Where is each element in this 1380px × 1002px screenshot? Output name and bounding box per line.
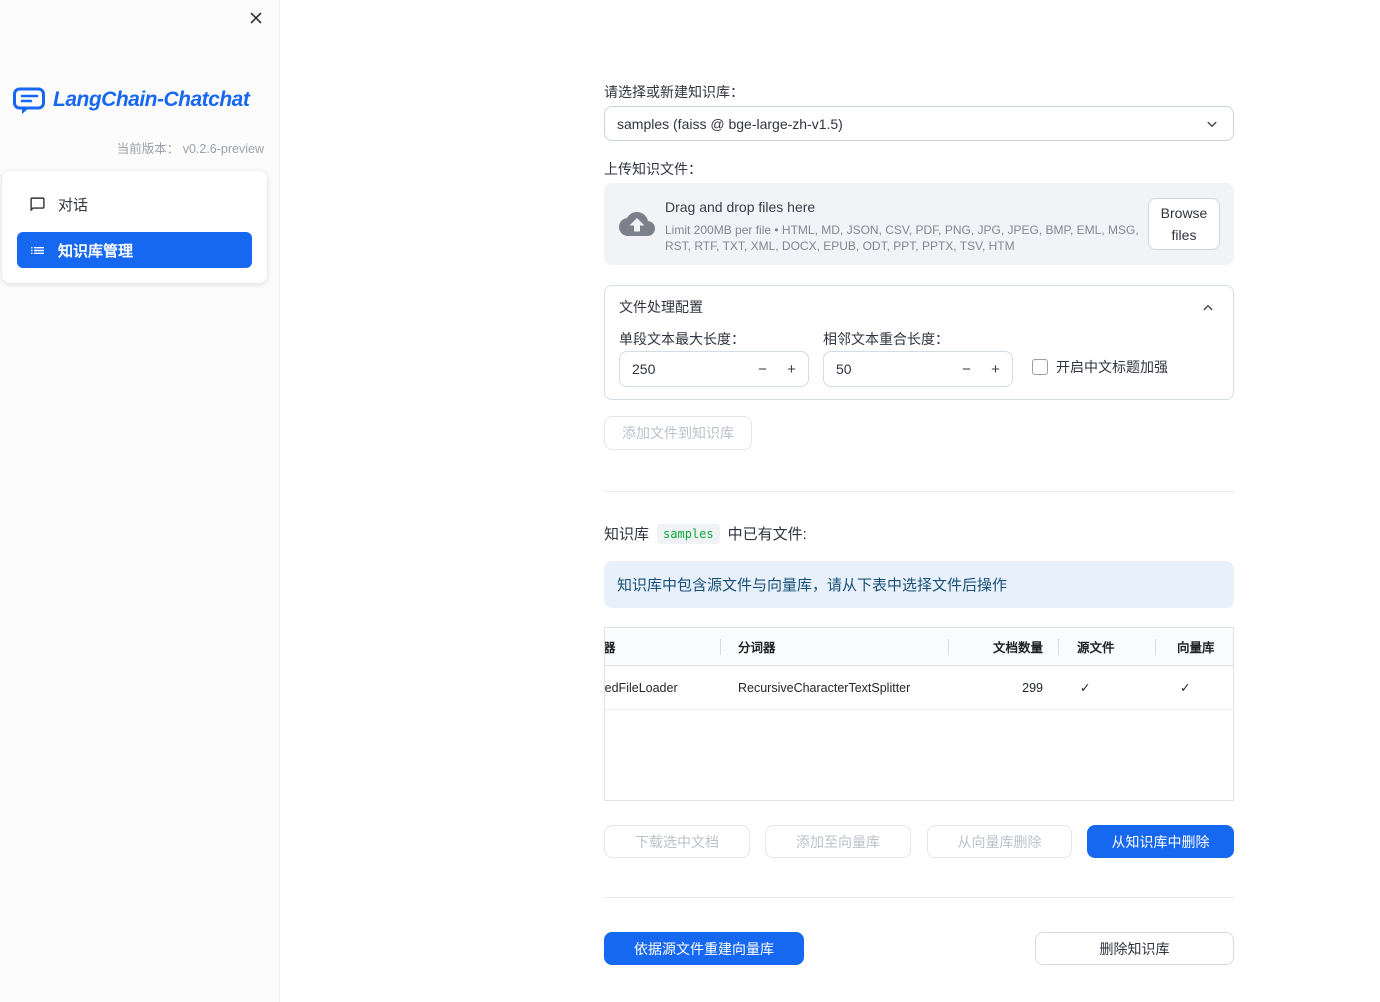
version-label: 当前版本： v0.2.6-preview: [116, 142, 264, 156]
increment-button[interactable]: +: [777, 352, 806, 386]
checkbox-box[interactable]: [1032, 359, 1048, 375]
upload-label: 上传知识文件：: [604, 161, 702, 177]
app-root: LangChain-Chatchat 当前版本： v0.2.6-preview …: [0, 0, 1380, 1002]
table-header-row: 文档加载器 分词器 文档数量 源文件 向量库: [605, 628, 1233, 666]
chat-bubble-logo-icon: [12, 85, 46, 115]
sidebar: LangChain-Chatchat 当前版本： v0.2.6-preview …: [0, 0, 280, 1002]
chunk-overlap-label: 相邻文本重合长度：: [823, 331, 949, 347]
chunk-size-value[interactable]: 250: [632, 361, 655, 377]
cell-loader: UnstructuredFileLoader: [605, 680, 678, 695]
column-header-source-file[interactable]: 源文件: [1058, 628, 1155, 665]
file-config-expander: 文件处理配置 单段文本最大长度： 相邻文本重合长度： 250 − + 50 − …: [604, 285, 1234, 400]
cell-source-file-check: ✓: [1080, 681, 1091, 695]
add-to-vector-store-button[interactable]: 添加至向量库: [765, 825, 911, 858]
chevron-up-icon[interactable]: [1199, 299, 1217, 322]
delete-from-vector-store-button[interactable]: 从向量库删除: [927, 825, 1072, 858]
checkbox-label: 开启中文标题加强: [1056, 359, 1168, 375]
divider: [604, 491, 1234, 492]
cell-splitter: RecursiveCharacterTextSplitter: [738, 680, 911, 695]
cloud-upload-icon: [619, 209, 655, 244]
cell-doc-count: 299: [1022, 680, 1043, 695]
kb-select-label: 请选择或新建知识库：: [604, 84, 744, 100]
sidebar-item-label: 对话: [58, 196, 89, 214]
expander-title[interactable]: 文件处理配置: [619, 297, 703, 317]
kb-files-heading: 知识库 samples 中已有文件:: [604, 523, 807, 544]
delete-from-kb-button[interactable]: 从知识库中删除: [1087, 825, 1234, 858]
info-alert-text: 知识库中包含源文件与向量库，请从下表中选择文件后操作: [617, 577, 1008, 594]
column-header-splitter[interactable]: 分词器: [720, 628, 948, 665]
file-dropzone[interactable]: Drag and drop files here Limit 200MB per…: [604, 183, 1234, 265]
chunk-overlap-input[interactable]: 50 − +: [823, 351, 1013, 387]
chunk-overlap-value[interactable]: 50: [836, 361, 852, 377]
app-logo: LangChain-Chatchat: [12, 85, 250, 115]
sidebar-item-label: 知识库管理: [58, 242, 134, 260]
kb-files-prefix: 知识库: [604, 526, 650, 543]
kb-files-suffix: 中已有文件:: [727, 526, 807, 543]
column-header-doc-count[interactable]: 文档数量: [948, 628, 1058, 665]
sidebar-menu: 对话 知识库管理: [2, 171, 267, 283]
main-content: 请选择或新建知识库： samples (faiss @ bge-large-zh…: [280, 0, 1380, 1002]
divider: [604, 897, 1234, 898]
increment-button[interactable]: +: [981, 352, 1010, 386]
chunk-size-label: 单段文本最大长度：: [619, 331, 745, 347]
cell-vector-store-check: ✓: [1180, 681, 1191, 695]
sidebar-item-knowledge-base[interactable]: 知识库管理: [17, 232, 252, 268]
column-header-vector-store[interactable]: 向量库: [1155, 628, 1233, 665]
add-files-to-kb-button[interactable]: 添加文件到知识库: [604, 416, 752, 450]
kb-files-table: 文档加载器 分词器 文档数量 源文件 向量库 UnstructuredFileL…: [604, 627, 1234, 801]
kb-selected-value: samples (faiss @ bge-large-zh-v1.5): [617, 115, 843, 132]
download-selected-button[interactable]: 下载选中文档: [604, 825, 750, 858]
sidebar-item-dialogue[interactable]: 对话: [17, 186, 252, 222]
table-row[interactable]: UnstructuredFileLoader RecursiveCharacte…: [605, 666, 1233, 710]
dropzone-file-limits: Limit 200MB per file • HTML, MD, JSON, C…: [665, 223, 1139, 253]
chunk-size-input[interactable]: 250 − +: [619, 351, 809, 387]
sidebar-close-icon[interactable]: [247, 9, 265, 27]
kb-name-code: samples: [657, 523, 720, 544]
kb-selectbox[interactable]: samples (faiss @ bge-large-zh-v1.5): [604, 106, 1234, 141]
rebuild-vector-store-button[interactable]: 依据源文件重建向量库: [604, 932, 804, 965]
dropzone-instruction: Drag and drop files here: [665, 199, 816, 215]
chevron-down-icon: [1203, 115, 1221, 133]
column-header-loader[interactable]: 文档加载器: [605, 628, 720, 665]
list-icon: [29, 242, 46, 259]
chat-icon: [29, 196, 46, 213]
decrement-button[interactable]: −: [952, 352, 981, 386]
app-title: LangChain-Chatchat: [53, 88, 250, 111]
info-alert: 知识库中包含源文件与向量库，请从下表中选择文件后操作: [604, 561, 1234, 608]
decrement-button[interactable]: −: [748, 352, 777, 386]
zh-title-enhance-checkbox[interactable]: 开启中文标题加强: [1032, 357, 1168, 377]
delete-kb-button[interactable]: 删除知识库: [1035, 932, 1234, 965]
browse-files-button[interactable]: Browse files: [1148, 198, 1220, 250]
